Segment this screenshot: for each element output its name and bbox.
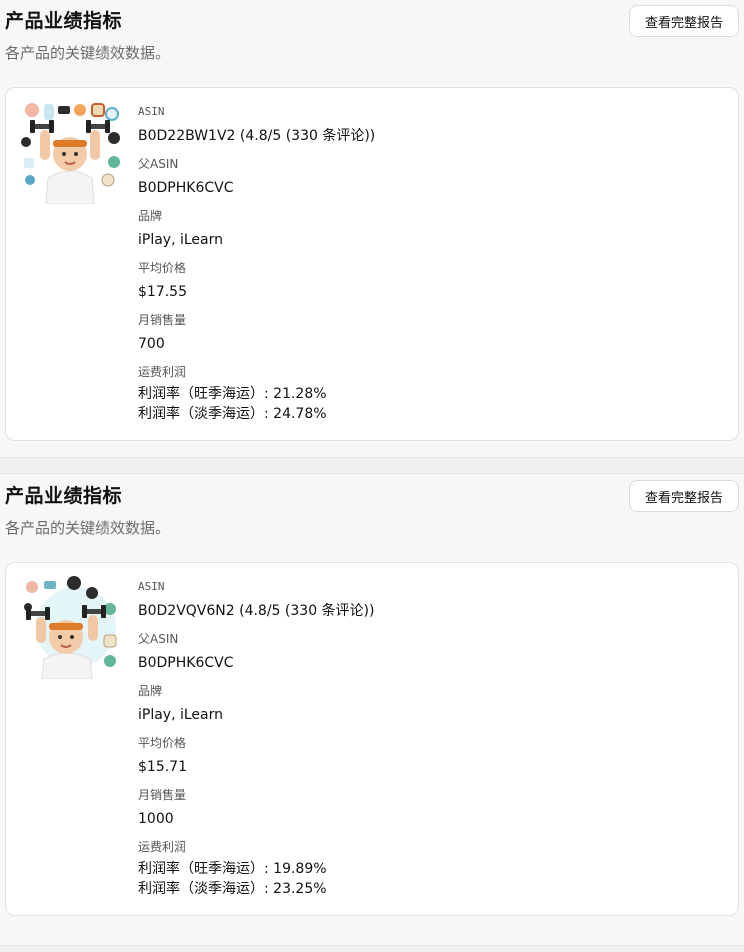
product-image[interactable] <box>18 575 122 680</box>
margin-peak-season: 利润率（旺季海运）: 21.28% <box>138 386 327 402</box>
margin-off-season: 利润率（淡季海运）: 24.78% <box>138 406 327 422</box>
brand-label: 品牌 <box>138 684 163 698</box>
view-full-report-button[interactable]: 查看完整报告 <box>629 5 739 37</box>
monthly-sales-label: 月销售量 <box>138 313 187 327</box>
avg-price-value: $17.55 <box>138 284 187 300</box>
avg-price-value: $15.71 <box>138 759 187 775</box>
section-subtitle: 各产品的关键绩效数据。 <box>5 519 171 537</box>
asin-value: B0D2VQV6N2 (4.8/5 (330 条评论)) <box>138 603 375 619</box>
monthly-sales-value: 1000 <box>138 811 174 827</box>
product-fields: ASIN B0D22BW1V2 (4.8/5 (330 条评论)) 父ASIN … <box>138 104 375 424</box>
avg-price-label: 平均价格 <box>138 736 187 750</box>
margin-peak-season: 利润率（旺季海运）: 19.89% <box>138 861 327 877</box>
product-image[interactable] <box>18 100 122 205</box>
margin-off-season: 利润率（淡季海运）: 23.25% <box>138 881 327 897</box>
section-title: 产品业绩指标 <box>5 10 123 32</box>
section-divider <box>0 457 744 474</box>
view-full-report-button[interactable]: 查看完整报告 <box>629 480 739 512</box>
asin-label: ASIN <box>138 105 165 118</box>
performance-section-1: 产品业绩指标 各产品的关键绩效数据。 查看完整报告 ASIN B0D22BW1V… <box>0 0 744 458</box>
parent-asin-value: B0DPHK6CVC <box>138 180 234 196</box>
product-fields: ASIN B0D2VQV6N2 (4.8/5 (330 条评论)) 父ASIN … <box>138 579 374 899</box>
section-divider <box>0 945 744 952</box>
product-card: ASIN B0D2VQV6N2 (4.8/5 (330 条评论)) 父ASIN … <box>5 562 739 916</box>
shipping-profit-label: 运费利润 <box>138 365 187 379</box>
asin-label: ASIN <box>138 580 165 593</box>
monthly-sales-label: 月销售量 <box>138 788 187 802</box>
avg-price-label: 平均价格 <box>138 261 187 275</box>
parent-asin-value: B0DPHK6CVC <box>138 655 234 671</box>
section-subtitle: 各产品的关键绩效数据。 <box>5 44 171 62</box>
brand-value: iPlay, iLearn <box>138 707 224 723</box>
brand-value: iPlay, iLearn <box>138 232 224 248</box>
section-title: 产品业绩指标 <box>5 485 123 507</box>
shipping-profit-label: 运费利润 <box>138 840 187 854</box>
monthly-sales-value: 700 <box>138 336 165 352</box>
parent-asin-label: 父ASIN <box>138 632 179 646</box>
brand-label: 品牌 <box>138 209 163 223</box>
asin-value: B0D22BW1V2 (4.8/5 (330 条评论)) <box>138 128 376 144</box>
product-card: ASIN B0D22BW1V2 (4.8/5 (330 条评论)) 父ASIN … <box>5 87 739 441</box>
parent-asin-label: 父ASIN <box>138 157 179 171</box>
performance-section-2: 产品业绩指标 各产品的关键绩效数据。 查看完整报告 ASIN B0D2VQV6N… <box>0 475 744 947</box>
